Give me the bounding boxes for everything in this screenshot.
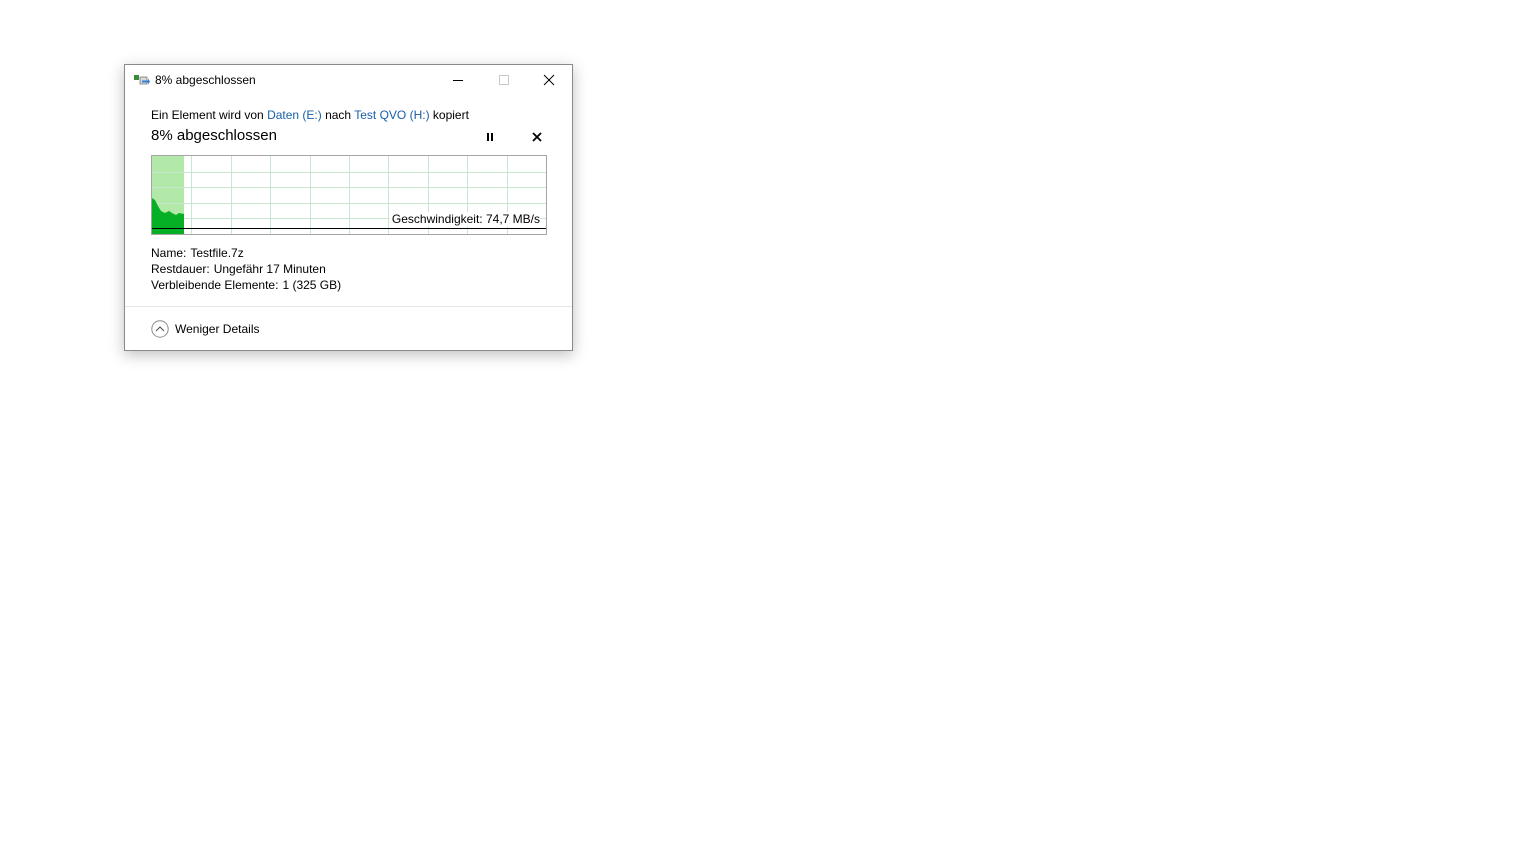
maximize-icon [499,75,509,85]
copy-files-icon [134,75,150,85]
window-title: 8% abgeschlossen [155,73,256,87]
copy-suffix: kopiert [429,108,469,122]
source-link[interactable]: Daten (E:) [267,108,322,122]
less-details-label: Weniger Details [175,322,260,336]
chevron-up-icon [151,320,169,338]
maximize-button [481,65,527,95]
minimize-icon [453,80,463,81]
copy-description: Ein Element wird von Daten (E:) nach Tes… [151,108,469,122]
name-label: Name: [151,246,187,260]
speed-label: Geschwindigkeit: 74,7 MB/s [389,212,540,226]
detail-name-row: Name: Testfile.7z [151,245,341,261]
less-details-toggle[interactable]: Weniger Details [151,319,259,339]
remaining-value: Ungefähr 17 Minuten [213,262,326,276]
footer-divider [125,306,572,307]
progress-percent-label: 8% abgeschlossen [151,127,277,144]
minimize-button[interactable] [435,65,481,95]
remaining-label: Restdauer: [151,262,210,276]
copy-middle: nach [321,108,355,122]
detail-items-row: Verbleibende Elemente: 1 (325 GB) [151,277,341,293]
pause-icon [487,133,493,141]
details-section: Name: Testfile.7z Restdauer: Ungefähr 17 M… [151,245,341,293]
destination-link[interactable]: Test QVO (H:) [354,108,429,122]
close-icon [543,74,555,86]
cancel-icon [532,132,542,142]
name-value: Testfile.7z [190,246,244,260]
items-label: Verbleibende Elemente: [151,278,279,292]
copy-prefix: Ein Element wird von [151,108,268,122]
copy-progress-dialog: 8% abgeschlossen Ein Element wird von Da… [124,64,573,351]
close-button[interactable] [526,65,572,95]
detail-remaining-row: Restdauer: Ungefähr 17 Minuten [151,261,341,277]
title-bar[interactable]: 8% abgeschlossen [125,65,572,95]
pause-button[interactable] [480,128,500,146]
transfer-speed-graph: Geschwindigkeit: 74,7 MB/s [151,155,547,235]
cancel-copy-button[interactable] [527,128,547,146]
items-value: 1 (325 GB) [282,278,342,292]
